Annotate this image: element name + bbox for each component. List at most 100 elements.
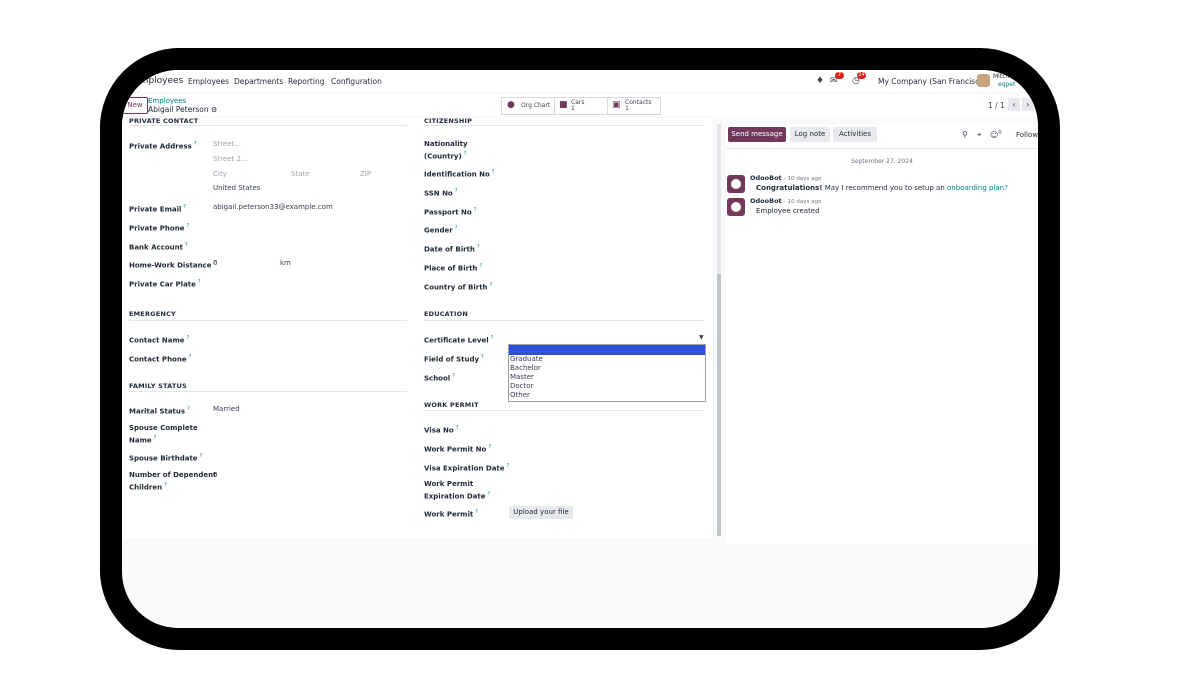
divider — [424, 125, 704, 126]
car-plate-label: Private Car Plate? — [129, 279, 201, 289]
avatar[interactable] — [977, 74, 990, 87]
contact-name-label: Contact Name? — [129, 335, 190, 345]
option-other[interactable]: Other — [509, 391, 705, 400]
street2-input[interactable]: Street 2... — [213, 155, 248, 163]
certificate-level-dropdown[interactable]: Graduate Bachelor Master Doctor Other — [508, 344, 706, 402]
record-title-text: Abigail Peterson — [148, 105, 209, 114]
breadcrumb[interactable]: Employees — [148, 97, 186, 105]
message-author-name: OdooBot — [750, 197, 782, 205]
school-label-text: School — [424, 374, 451, 383]
contact-name-label-text: Contact Name — [129, 336, 185, 345]
scrollbar-thumb[interactable] — [717, 274, 721, 536]
spouse-name-label-line1: Spouse Complete — [129, 424, 198, 432]
dob-label-text: Date of Birth — [424, 245, 475, 254]
form-scrollbar[interactable] — [717, 124, 721, 536]
contacts-button[interactable]: ▣ Contacts 1 — [608, 98, 660, 114]
spouse-birthdate-label-text: Spouse Birthdate — [129, 454, 198, 463]
pager-prev-button[interactable]: ‹ — [1008, 98, 1020, 111]
divider — [129, 320, 407, 321]
city-input[interactable]: City — [213, 170, 227, 178]
section-emergency: EMERGENCY — [129, 310, 176, 318]
school-label: School? — [424, 373, 455, 383]
zip-input[interactable]: ZIP — [360, 170, 371, 178]
employee-form: PRIVATE CONTACT Private Address? Street.… — [122, 117, 712, 538]
onboarding-plan-link[interactable]: onboarding plan? — [947, 184, 1008, 192]
private-phone-label: Private Phone? — [129, 223, 190, 233]
follow-button[interactable]: Follow — [1016, 131, 1038, 139]
option-graduate[interactable]: Graduate — [509, 355, 705, 364]
work-permit-label-text: Work Permit — [424, 510, 474, 519]
user-db: eqpet — [998, 81, 1016, 88]
bug-icon[interactable]: ♦ — [816, 76, 824, 86]
followers-icon[interactable]: ☺0 — [990, 130, 1002, 140]
car-icon: ■ — [559, 100, 568, 110]
marital-status-select[interactable]: Married — [213, 405, 240, 413]
country-select[interactable]: United States — [213, 184, 260, 192]
user-name: Mitche — [993, 73, 1013, 80]
dropdown-empty-option[interactable] — [509, 345, 705, 355]
private-email-input[interactable]: abigail.peterson33@example.com — [213, 203, 333, 211]
message-time: - 10 days ago — [783, 176, 822, 182]
state-select[interactable]: State — [291, 170, 310, 178]
option-master[interactable]: Master — [509, 373, 705, 382]
street-input[interactable]: Street... — [213, 140, 241, 148]
permit-expiration-label-line1: Work Permit — [424, 480, 474, 488]
org-chart-icon: ● — [507, 100, 515, 110]
dependents-label: Number of Dependent Children? — [129, 471, 217, 492]
contact-phone-label-text: Contact Phone — [129, 355, 187, 364]
home-work-input[interactable]: 0 — [213, 259, 217, 267]
identification-label: Identification No? — [424, 169, 495, 179]
home-work-label: Home-Work Distance? — [129, 260, 217, 270]
chevron-down-icon[interactable]: ▼ — [699, 334, 704, 341]
bank-account-label: Bank Account? — [129, 242, 188, 252]
private-address-label: Private Address? — [129, 141, 197, 151]
visa-no-label-text: Visa No — [424, 426, 454, 435]
contacts-count: 1 — [625, 105, 629, 112]
log-note-button[interactable]: Log note — [790, 127, 830, 142]
option-doctor[interactable]: Doctor — [509, 382, 705, 391]
send-message-button[interactable]: Send message — [728, 127, 786, 142]
gear-icon[interactable]: ⚙ — [211, 106, 217, 114]
permit-no-label-text: Work Permit No — [424, 445, 487, 454]
company-switcher[interactable]: My Company (San Francisco) — [878, 77, 987, 86]
record-title: Abigail Peterson ⚙ — [148, 105, 217, 114]
activities-button[interactable]: Activities — [833, 127, 877, 142]
visa-expiration-label-text: Visa Expiration Date — [424, 464, 505, 473]
smart-buttons: ● Org Chart ■ Cars 1 ▣ Contacts 1 — [501, 97, 661, 115]
cars-button[interactable]: ■ Cars 1 — [555, 98, 608, 114]
upload-file-button[interactable]: Upload your file — [509, 506, 573, 519]
org-chart-button[interactable]: ● Org Chart — [502, 98, 555, 114]
activities-badge: 24 — [857, 72, 866, 79]
option-bachelor[interactable]: Bachelor — [509, 364, 705, 373]
divider — [424, 410, 704, 411]
dependents-input[interactable]: 0 — [213, 471, 217, 479]
private-email-label-text: Private Email — [129, 205, 182, 214]
new-button[interactable]: New — [122, 97, 148, 114]
paperclip-icon[interactable]: ⌖ — [977, 130, 982, 140]
control-panel: New Employees Abigail Peterson ⚙ ● Org C… — [122, 94, 1038, 116]
menu-employees[interactable]: Employees — [188, 77, 229, 86]
certificate-level-label: Certificate Level? — [424, 335, 494, 345]
menu-reporting[interactable]: Reporting — [288, 77, 324, 86]
pager-value[interactable]: 1 / 1 — [988, 101, 1005, 110]
work-permit-label: Work Permit? — [424, 509, 478, 519]
app-screen: Employees Employees Departments Reportin… — [122, 70, 1038, 628]
search-icon[interactable]: ⚲ — [962, 130, 968, 139]
menu-departments[interactable]: Departments — [234, 77, 283, 86]
field-of-study-label: Field of Study? — [424, 354, 484, 364]
message-body: Employee created — [756, 207, 820, 215]
cars-count: 1 — [571, 105, 575, 112]
marital-status-label: Marital Status? — [129, 406, 190, 416]
private-phone-label-text: Private Phone — [129, 224, 185, 233]
marital-status-label-text: Marital Status — [129, 407, 186, 416]
app-brand[interactable]: Employees — [134, 76, 183, 86]
pager-next-button[interactable]: › — [1022, 98, 1034, 111]
message-author: OdooBot - 10 days ago — [750, 197, 821, 205]
pob-label-text: Place of Birth — [424, 264, 478, 273]
divider — [726, 148, 1038, 149]
message-bold: Congratulations! — [756, 184, 823, 192]
menu-configuration[interactable]: Configuration — [331, 77, 382, 86]
chat-icon[interactable]: ✉ 7 — [830, 72, 844, 86]
message-text: May I recommend you to setup an — [822, 184, 947, 192]
clock-icon[interactable]: ◷ 24 — [852, 72, 866, 86]
